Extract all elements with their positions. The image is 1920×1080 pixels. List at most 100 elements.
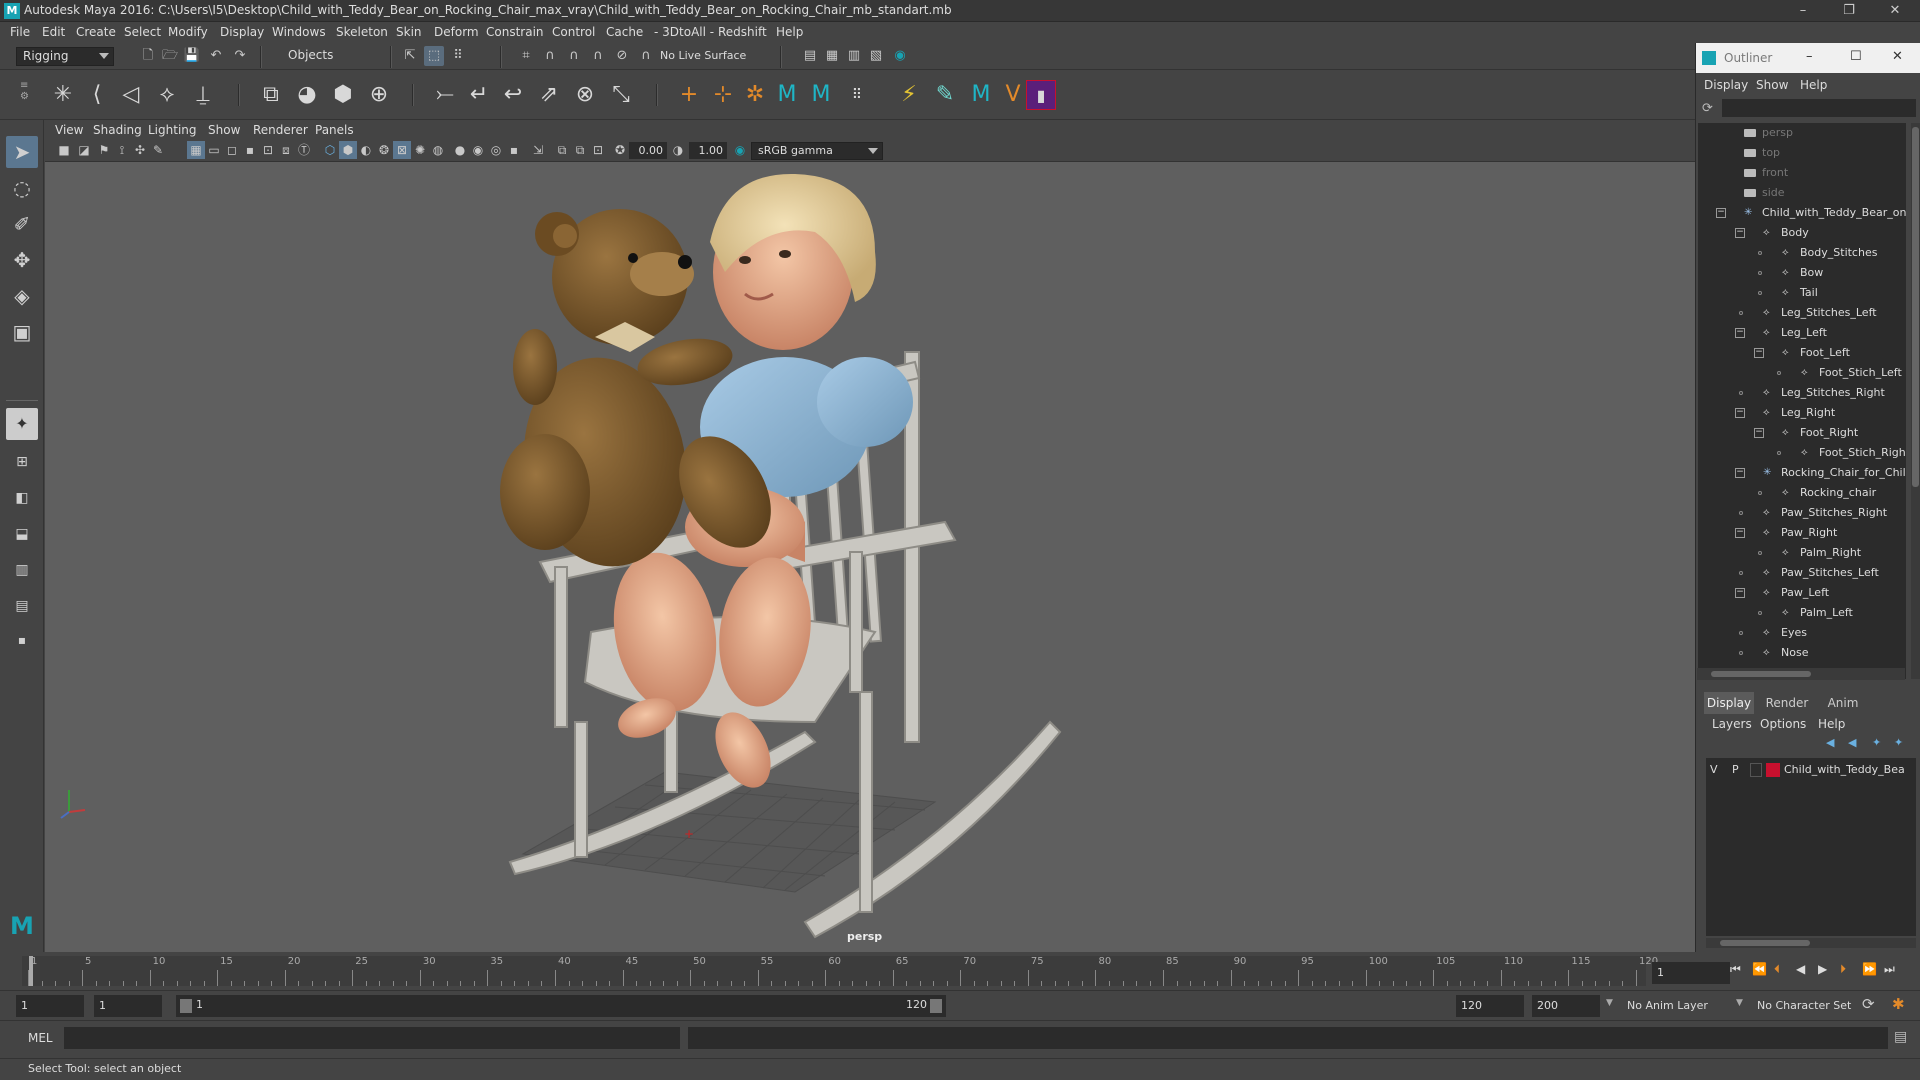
step-forward-key-icon[interactable]: ⏵ bbox=[1840, 962, 1846, 977]
maya-home-icon[interactable]: M bbox=[6, 910, 38, 942]
paint-tool-icon[interactable]: ⚡ bbox=[894, 80, 924, 110]
resolution-gate-icon[interactable]: ◻ bbox=[223, 141, 241, 159]
outliner-item[interactable]: ⟡ Nose bbox=[1698, 643, 1906, 663]
safe-title-icon[interactable]: Ⓣ bbox=[295, 141, 313, 159]
outliner-item[interactable]: ⟡ Paw_Stitches_Left bbox=[1698, 563, 1906, 583]
outliner-item[interactable]: − ⟡ Paw_Left bbox=[1698, 583, 1906, 603]
menu-windows[interactable]: Windows bbox=[272, 25, 326, 39]
save-scene-icon[interactable]: 💾 bbox=[182, 46, 202, 66]
wireframe-on-shaded-icon[interactable]: ◐ bbox=[357, 141, 375, 159]
tab-render[interactable]: Render bbox=[1760, 692, 1814, 714]
layers-menu-layers[interactable]: Layers bbox=[1712, 717, 1752, 731]
cluster-icon[interactable]: ◕ bbox=[292, 80, 322, 110]
gate-mask-icon[interactable]: ▪ bbox=[241, 141, 259, 159]
collapse-toggle[interactable]: − bbox=[1735, 328, 1745, 338]
hypershade-icon[interactable]: ▧ bbox=[866, 46, 886, 66]
layout-two-side-icon[interactable]: ◧ bbox=[6, 482, 38, 514]
layer-hscrollbar[interactable] bbox=[1706, 938, 1916, 948]
menu-control[interactable]: Control bbox=[552, 25, 595, 39]
character-set-selector[interactable]: No Character Set bbox=[1752, 995, 1860, 1017]
snap-point-icon[interactable]: ∩ bbox=[564, 46, 584, 66]
vp-menu-panels[interactable]: Panels bbox=[315, 123, 354, 137]
outliner-item[interactable]: − ⟡ Leg_Left bbox=[1698, 323, 1906, 343]
menu-file[interactable]: File bbox=[10, 25, 30, 39]
layout-graph-icon[interactable]: ▤ bbox=[6, 590, 38, 622]
minimize-button[interactable]: – bbox=[1780, 0, 1826, 22]
range-end-handle[interactable] bbox=[930, 999, 942, 1013]
layout-single-icon[interactable]: ✦ bbox=[6, 408, 38, 440]
shelf-options-icon[interactable]: ≡ ⚙ bbox=[20, 80, 32, 110]
script-language-toggle[interactable]: MEL bbox=[28, 1031, 53, 1045]
layer-name[interactable]: Child_with_Teddy_Bea bbox=[1784, 760, 1905, 780]
hair-tool-icon[interactable]: ✎ bbox=[930, 80, 960, 110]
field-chart-icon[interactable]: ⊡ bbox=[259, 141, 277, 159]
collapse-toggle[interactable]: − bbox=[1735, 528, 1745, 538]
maya-tool-b-icon[interactable]: M bbox=[806, 80, 836, 110]
menu-modify[interactable]: Modify bbox=[168, 25, 208, 39]
menu-3dtoall[interactable]: - 3DtoAll - bbox=[654, 25, 714, 39]
collapse-toggle[interactable]: − bbox=[1735, 408, 1745, 418]
outliner-minimize-button[interactable]: – bbox=[1806, 49, 1813, 64]
shadows-icon[interactable]: ✺ bbox=[411, 141, 429, 159]
play-backwards-icon[interactable]: ◀ bbox=[1796, 962, 1805, 976]
grease-pencil-icon[interactable]: ✎ bbox=[149, 141, 167, 159]
outliner-search-input[interactable] bbox=[1722, 99, 1916, 117]
image-plane-icon[interactable]: ⟟ bbox=[113, 141, 131, 159]
collapse-toggle[interactable]: − bbox=[1735, 468, 1745, 478]
vp-menu-view[interactable]: View bbox=[55, 123, 83, 137]
ik-handle-icon[interactable]: ⟨ bbox=[82, 80, 112, 110]
layer-row[interactable]: V P Child_with_Teddy_Bea bbox=[1706, 760, 1916, 780]
snap-grid-icon[interactable]: ⌗ bbox=[516, 46, 536, 66]
move-layer-up-icon[interactable]: ◀ bbox=[1826, 736, 1834, 749]
v-tool-icon[interactable]: V bbox=[998, 80, 1028, 110]
tab-display[interactable]: Display bbox=[1704, 692, 1754, 714]
near-clip-field[interactable]: 0.00 bbox=[629, 142, 667, 159]
menu-create[interactable]: Create bbox=[76, 25, 116, 39]
play-forwards-icon[interactable]: ▶ bbox=[1818, 962, 1827, 976]
render-globe-icon[interactable]: ◉ bbox=[890, 46, 910, 66]
outliner-tree[interactable]: persp top front side − ✳ Child_with_Teddy_Bear… bbox=[1698, 123, 1906, 679]
step-back-key-icon[interactable]: ⏴ bbox=[1774, 962, 1780, 977]
render-frame-icon[interactable]: ▤ bbox=[800, 46, 820, 66]
selection-mask-selector[interactable]: Objects bbox=[282, 47, 380, 66]
open-scene-icon[interactable]: 🗁 bbox=[160, 46, 180, 66]
menu-skeleton[interactable]: Skeleton bbox=[336, 25, 388, 39]
film-gate-icon[interactable]: ▭ bbox=[205, 141, 223, 159]
safe-action-icon[interactable]: ⧈ bbox=[277, 141, 295, 159]
mirror-joint-icon[interactable]: ⍊ bbox=[188, 80, 218, 110]
select-tool-icon[interactable]: ➤ bbox=[6, 136, 38, 168]
scroll-thumb[interactable] bbox=[1720, 940, 1810, 946]
menu-edit[interactable]: Edit bbox=[42, 25, 65, 39]
outliner-item[interactable]: side bbox=[1698, 183, 1906, 203]
smooth-shade-icon[interactable]: ⬢ bbox=[339, 141, 357, 159]
use-lights-icon[interactable]: ⊠ bbox=[393, 141, 411, 159]
command-input[interactable] bbox=[64, 1027, 680, 1049]
bind-skin-icon[interactable]: ⤚ bbox=[430, 80, 460, 110]
layers-menu-help[interactable]: Help bbox=[1818, 717, 1845, 731]
lasso-tool-icon[interactable]: ◌ bbox=[6, 172, 38, 204]
collapse-toggle[interactable]: − bbox=[1754, 348, 1764, 358]
paint-select-icon[interactable]: ✐ bbox=[6, 208, 38, 240]
isolate-select-icon[interactable]: ⇲ bbox=[529, 141, 547, 159]
outliner-vscrollbar[interactable] bbox=[1911, 123, 1920, 679]
tab-anim[interactable]: Anim bbox=[1818, 692, 1868, 714]
outliner-item[interactable]: − ⟡ Leg_Right bbox=[1698, 403, 1906, 423]
snap-curve-icon[interactable]: ∩ bbox=[540, 46, 560, 66]
menu-deform[interactable]: Deform bbox=[434, 25, 479, 39]
new-layer-icon[interactable]: ✦ bbox=[1872, 736, 1881, 749]
scroll-thumb[interactable] bbox=[1711, 671, 1811, 677]
preferences-icon[interactable]: ✱ bbox=[1892, 995, 1905, 1013]
outliner-item[interactable]: ⟡ Foot_Stich_Left bbox=[1698, 363, 1906, 383]
select-by-object-icon[interactable]: ⬚ bbox=[424, 46, 444, 66]
script-editor-button-icon[interactable]: ▤ bbox=[1894, 1029, 1907, 1045]
outliner-maximize-button[interactable]: ☐ bbox=[1850, 49, 1862, 64]
restore-button[interactable]: ❐ bbox=[1826, 0, 1872, 22]
select-by-component-icon[interactable]: ⠿ bbox=[448, 46, 468, 66]
outliner-item[interactable]: − ✳ Child_with_Teddy_Bear_on_F bbox=[1698, 203, 1906, 223]
camera-attr-icon[interactable]: ◪ bbox=[75, 141, 93, 159]
step-forward-icon[interactable]: ⏩ bbox=[1862, 962, 1877, 976]
scroll-thumb[interactable] bbox=[1912, 127, 1919, 487]
anim-layer-selector[interactable]: No Anim Layer bbox=[1622, 995, 1740, 1017]
outliner-item[interactable]: − ⟡ Paw_Right bbox=[1698, 523, 1906, 543]
mode-selector[interactable]: Rigging bbox=[16, 47, 114, 66]
